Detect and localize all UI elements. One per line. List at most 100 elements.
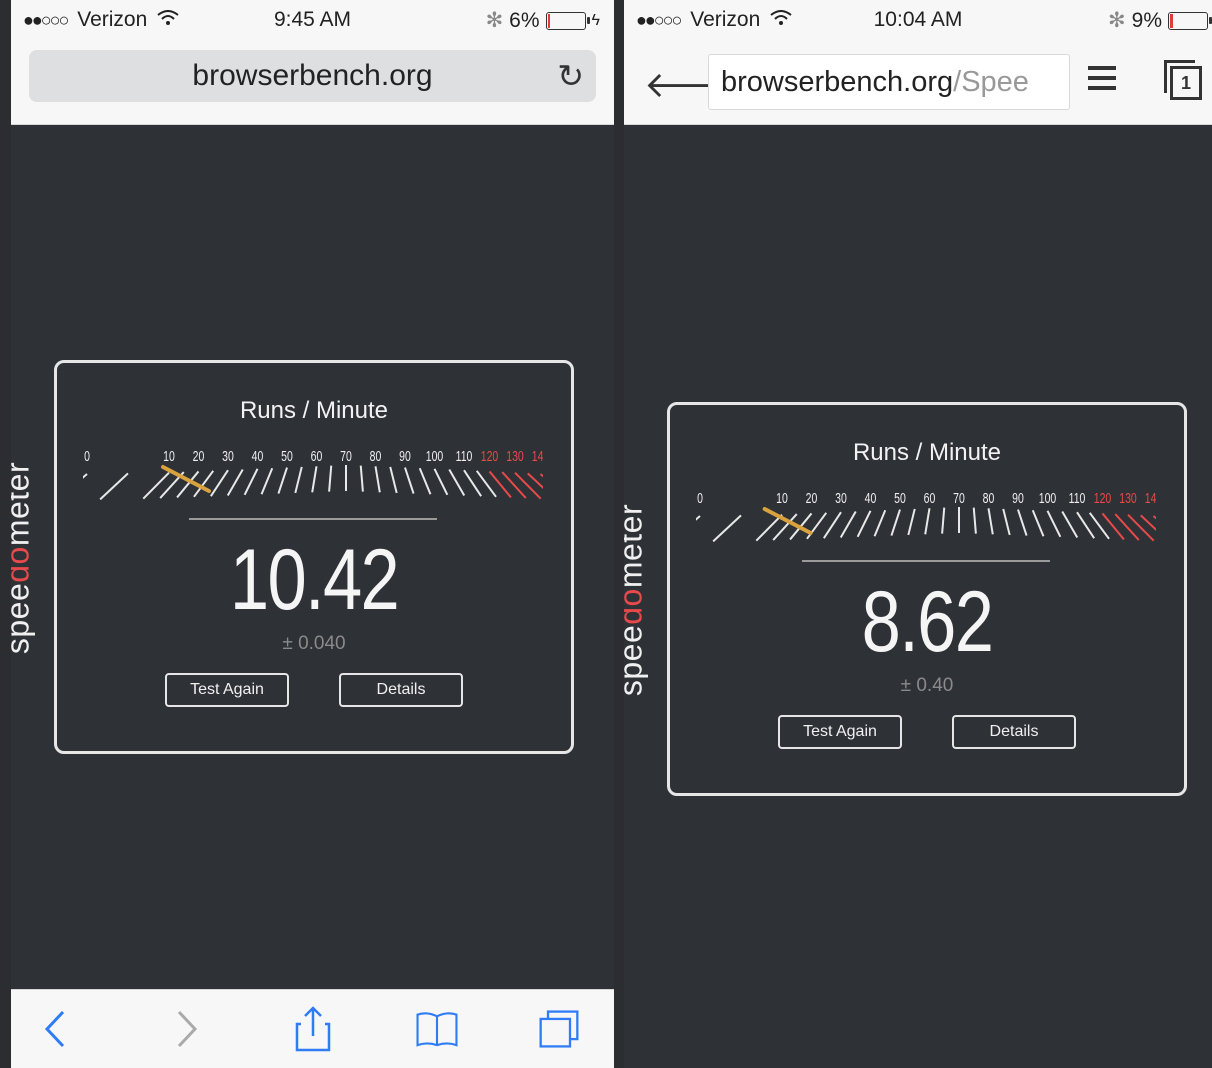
- bookmarks-icon[interactable]: [415, 1006, 459, 1052]
- address-bar[interactable]: browserbench.org ↻: [29, 50, 596, 102]
- tab-switcher-icon[interactable]: 1: [1164, 60, 1202, 100]
- gauge-tick: [972, 507, 977, 534]
- speed-gauge: 0 10 20 30 40 50 60 70 80 90 100 110 120 130 140: [83, 447, 543, 501]
- gauge-tick: [1061, 511, 1079, 538]
- bluetooth-icon: ✻: [1108, 9, 1126, 32]
- gauge-tick: [924, 508, 931, 535]
- gauge-tick: [374, 466, 381, 493]
- gauge-tick: [873, 509, 887, 537]
- gauge-tick-label: 70: [953, 489, 965, 506]
- gauge-tick: [433, 468, 449, 496]
- forward-icon[interactable]: [165, 1006, 209, 1052]
- status-bar: ●●○○○ Verizon 9:45 AM ✻ 6% ϟ: [11, 8, 614, 38]
- gauge-title: Runs / Minute: [239, 397, 389, 424]
- gauge-tick-label: 50: [894, 489, 906, 506]
- gauge-tick: [1017, 509, 1028, 536]
- bluetooth-icon: ✻: [485, 9, 504, 32]
- battery-percent: 9%: [1131, 8, 1162, 32]
- gauge-tick-label: 130: [1119, 489, 1137, 506]
- gauge-tick-label: 120: [1094, 489, 1112, 506]
- gauge-tick: [226, 469, 244, 496]
- gauge-tick: [328, 465, 333, 492]
- share-icon[interactable]: [291, 1006, 335, 1052]
- gauge-tick: [389, 466, 398, 494]
- gauge-needle: [762, 507, 813, 535]
- gauge-tick: [83, 473, 88, 479]
- gauge-tick: [1140, 514, 1156, 531]
- gauge-tick-label: 10: [776, 489, 788, 506]
- gauge-tick-label: 70: [340, 447, 352, 464]
- gauge-tick-label: 30: [222, 447, 234, 464]
- details-button[interactable]: Details: [952, 715, 1076, 749]
- status-bar: ●●○○○ Verizon 10:04 AM ✻ 9%: [624, 8, 1212, 38]
- gauge-tick-label: 40: [252, 447, 264, 464]
- gauge-tick: [987, 508, 994, 535]
- gauge-tick-label: 20: [806, 489, 818, 506]
- divider: [189, 518, 437, 520]
- gauge-tick: [243, 468, 259, 496]
- speedometer-card: speedometer Runs / Minute 0 10 20 30 40 50 60 7…: [11, 360, 574, 754]
- score-value: 8.62: [861, 574, 994, 670]
- gauge-tick: [839, 511, 857, 538]
- gauge-tick-label: 80: [370, 447, 382, 464]
- battery-icon: [545, 11, 590, 30]
- omnibox-path: /Spee: [953, 66, 1029, 98]
- test-again-button[interactable]: Test Again: [165, 673, 289, 707]
- gauge-tick: [260, 467, 274, 495]
- gauge-tick-label: 10: [163, 447, 175, 464]
- gauge-tick-label: 30: [835, 489, 847, 506]
- gauge-tick: [712, 514, 742, 543]
- gauge-tick: [696, 515, 701, 521]
- gauge-tick-label: 90: [399, 447, 411, 464]
- gauge-tick: [514, 472, 542, 500]
- gauge-tick: [418, 467, 432, 495]
- gauge-tick-label: 80: [983, 489, 995, 506]
- divider: [802, 560, 1050, 562]
- omnibox-host: browserbench.org: [721, 66, 954, 98]
- test-again-button[interactable]: Test Again: [778, 715, 902, 749]
- safari-top-bar: ●●○○○ Verizon 9:45 AM ✻ 6% ϟ browserbenc…: [11, 0, 614, 125]
- gauge-tick: [755, 514, 783, 542]
- gauge-tick: [501, 471, 527, 499]
- gauge-tick: [1031, 509, 1045, 537]
- gauge-tick-label: 0: [697, 489, 703, 506]
- battery-percent: 6%: [509, 8, 540, 32]
- gauge-tick: [527, 472, 543, 489]
- charging-icon: ϟ: [591, 11, 600, 29]
- gauge-tick: [311, 466, 318, 493]
- gauge-tick-label: 20: [193, 447, 205, 464]
- gauge-tick-label: 110: [456, 447, 473, 464]
- gauge-tick-label: 60: [311, 447, 323, 464]
- score-margin: ± 0.40: [900, 675, 954, 696]
- gauge-tick-label: 40: [865, 489, 877, 506]
- omnibox[interactable]: browserbench.org/Spee: [708, 54, 1070, 110]
- gauge-tick-label: 100: [426, 447, 444, 464]
- gauge-tick: [907, 508, 916, 536]
- battery-status: ✻ 9%: [1108, 8, 1212, 33]
- speed-gauge: 0 10 20 30 40 50 60 70 80 90 100 110 120 130 140: [696, 489, 1156, 543]
- menu-icon[interactable]: [1088, 66, 1116, 92]
- gauge-tick: [1046, 510, 1062, 538]
- reload-icon[interactable]: ↻: [557, 58, 584, 94]
- address-url[interactable]: browserbench.org: [192, 59, 432, 92]
- gauge-tick: [823, 511, 842, 539]
- details-button[interactable]: Details: [339, 673, 463, 707]
- gauge-tick-label: 50: [281, 447, 293, 464]
- gauge-tick: [448, 469, 466, 496]
- chrome-screenshot: ●●○○○ Verizon 10:04 AM ✻ 9% 🡐 browserben…: [624, 0, 1212, 1068]
- gauge-tick: [1127, 514, 1155, 542]
- score-margin: ± 0.040: [282, 633, 346, 654]
- tabs-icon[interactable]: [537, 1006, 581, 1052]
- gauge-tick: [294, 466, 303, 494]
- battery-status: ✻ 6% ϟ: [486, 8, 600, 33]
- gauge-tick-label: 120: [481, 447, 499, 464]
- chrome-top-bar: ●●○○○ Verizon 10:04 AM ✻ 9% 🡐 browserben…: [624, 0, 1212, 125]
- gauge-tick: [1114, 513, 1140, 541]
- score-value: 10.42: [229, 532, 400, 628]
- tab-count: 1: [1170, 66, 1202, 100]
- gauge-tick-label: 0: [84, 447, 90, 464]
- back-icon[interactable]: [33, 1006, 77, 1052]
- speedometer-logo: speedometer: [624, 503, 649, 697]
- gauge-tick-label: 110: [1069, 489, 1086, 506]
- gauge-tick: [856, 510, 872, 538]
